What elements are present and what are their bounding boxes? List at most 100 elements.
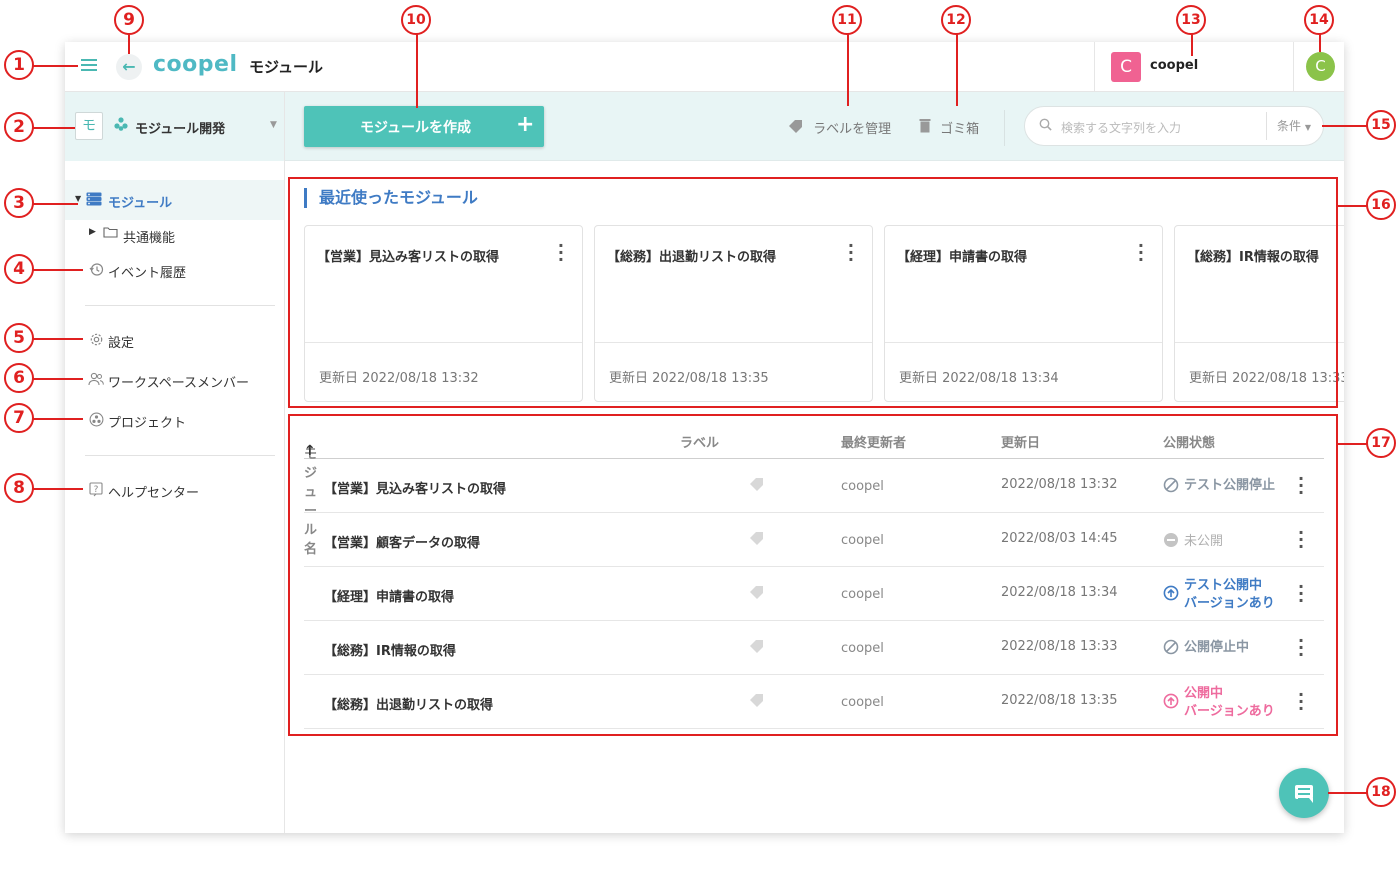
back-arrow-icon[interactable]: ←	[116, 54, 142, 80]
callout-6: 6	[4, 363, 34, 393]
user-name: coopel	[1150, 58, 1199, 73]
sidebar-item-module[interactable]: ▼ モジュール	[65, 180, 284, 220]
callout-line	[1319, 34, 1321, 52]
workspace-selector[interactable]: モ モジュール開発 ▼	[65, 92, 284, 161]
chat-support-button[interactable]	[1279, 768, 1329, 818]
card-divider	[305, 342, 582, 343]
callout-line	[33, 127, 75, 129]
status-text: 公開停止中	[1184, 640, 1250, 655]
label-tag-icon[interactable]	[749, 693, 765, 711]
row-date: 2022/08/18 13:32	[1001, 477, 1118, 492]
row-module-name[interactable]: 【総務】IR情報の取得	[324, 640, 456, 659]
main-content: 最近使ったモジュール 【営業】見込み客リストの取得 · · · 更新日 2022/0…	[285, 161, 1344, 833]
table-row[interactable]: 【総務】出退勤リストの取得 coopel 2022/08/18 13:35 公開…	[304, 675, 1324, 729]
label-tag-icon	[788, 120, 808, 137]
more-vert-icon[interactable]: · · ·	[1298, 579, 1304, 609]
sort-arrow-up-icon[interactable]: ↑	[304, 443, 316, 459]
more-vert-icon[interactable]: · · ·	[848, 238, 854, 268]
card-title: 【総務】出退勤リストの取得	[607, 250, 777, 265]
user-avatar: C	[1111, 52, 1141, 82]
recent-module-card[interactable]: 【総務】IR情報の取得 更新日 2022/08/18 13:33	[1174, 225, 1344, 402]
more-vert-icon[interactable]: · · ·	[1298, 525, 1304, 555]
row-module-name[interactable]: 【総務】出退勤リストの取得	[324, 694, 493, 713]
status-text: 公開中	[1184, 686, 1224, 701]
hamburger-menu-icon[interactable]	[79, 56, 99, 76]
card-title: 【総務】IR情報の取得	[1187, 250, 1319, 265]
trash-label: ゴミ箱	[940, 122, 980, 137]
top-bar: ← coopel モジュール C coopel C	[65, 42, 1344, 92]
search-box[interactable]: 検索する文字列を入力 条件 ▼	[1024, 106, 1324, 146]
callout-3: 3	[4, 188, 34, 218]
callout-line	[1338, 443, 1368, 445]
column-header-status[interactable]: 公開状態	[1163, 432, 1215, 451]
create-module-button[interactable]: モジュールを作成 +	[304, 106, 544, 147]
callout-1: 1	[4, 50, 34, 80]
manage-labels-label: ラベルを管理	[813, 122, 892, 137]
callout-15: 15	[1366, 110, 1396, 140]
row-date: 2022/08/18 13:33	[1001, 639, 1118, 654]
more-vert-icon[interactable]: · · ·	[1138, 238, 1144, 268]
trash-button[interactable]: ゴミ箱	[919, 118, 979, 137]
search-icon	[1039, 118, 1052, 134]
blocked-icon	[1163, 639, 1179, 659]
trash-icon	[919, 119, 935, 137]
card-divider	[885, 342, 1162, 343]
row-module-name[interactable]: 【営業】顧客データの取得	[324, 532, 480, 551]
sidebar-item-label: ヘルプセンター	[108, 486, 200, 501]
label-tag-icon[interactable]	[749, 639, 765, 657]
row-date: 2022/08/03 14:45	[1001, 531, 1118, 546]
account-avatar[interactable]: C	[1306, 52, 1335, 81]
label-tag-icon[interactable]	[749, 585, 765, 603]
column-header-updater[interactable]: 最終更新者	[841, 432, 906, 451]
table-row[interactable]: 【経理】申請書の取得 coopel 2022/08/18 13:34 テスト公開…	[304, 567, 1324, 621]
callout-line	[1322, 125, 1368, 127]
recent-module-card[interactable]: 【経理】申請書の取得 · · · 更新日 2022/08/18 13:34	[884, 225, 1163, 402]
column-header-label[interactable]: ラベル	[680, 432, 719, 451]
sidebar-item-settings[interactable]: 設定	[65, 320, 284, 360]
card-title: 【営業】見込み客リストの取得	[317, 250, 500, 265]
search-input[interactable]: 検索する文字列を入力	[1061, 119, 1181, 136]
caret-down-icon: ▼	[1304, 123, 1311, 132]
table-row[interactable]: 【営業】顧客データの取得 coopel 2022/08/03 14:45 未公開…	[304, 513, 1324, 567]
callout-line	[1338, 205, 1368, 207]
callout-line	[847, 34, 849, 106]
sidebar-item-project[interactable]: プロジェクト	[65, 400, 284, 440]
recent-module-card[interactable]: 【営業】見込み客リストの取得 · · · 更新日 2022/08/18 13:32	[304, 225, 583, 402]
sidebar-item-event-history[interactable]: イベント履歴	[65, 250, 284, 290]
sidebar-item-workspace-members[interactable]: ワークスペースメンバー	[65, 360, 284, 400]
callout-12: 12	[941, 5, 971, 35]
more-vert-icon[interactable]: · · ·	[1298, 633, 1304, 663]
card-divider	[595, 342, 872, 343]
sidebar-item-common-functions[interactable]: ▶ 共通機能	[65, 215, 284, 255]
search-condition-dropdown[interactable]: 条件 ▼	[1266, 112, 1324, 140]
callout-line	[1191, 34, 1193, 56]
label-tag-icon[interactable]	[749, 531, 765, 549]
svg-text:?: ?	[94, 485, 99, 495]
table-row[interactable]: 【営業】見込み客リストの取得 coopel 2022/08/18 13:32 テ…	[304, 459, 1324, 513]
plus-icon: +	[516, 112, 535, 137]
manage-labels-button[interactable]: ラベルを管理	[788, 118, 891, 137]
more-vert-icon[interactable]: · · ·	[558, 238, 564, 268]
server-icon	[85, 192, 103, 210]
workspace-user-switcher[interactable]: C coopel	[1094, 42, 1294, 92]
callout-14: 14	[1304, 5, 1334, 35]
callout-line	[33, 488, 83, 490]
more-vert-icon[interactable]: · · ·	[1298, 471, 1304, 501]
gear-icon	[87, 332, 105, 351]
column-header-date[interactable]: 更新日	[1001, 432, 1040, 451]
callout-11: 11	[832, 5, 862, 35]
coopel-logo[interactable]: coopel	[153, 52, 237, 77]
sidebar-divider	[85, 455, 275, 456]
recent-module-card[interactable]: 【総務】出退勤リストの取得 · · · 更新日 2022/08/18 13:35	[594, 225, 873, 402]
row-module-name[interactable]: 【経理】申請書の取得	[324, 586, 454, 605]
people-icon	[87, 372, 105, 390]
page-title: モジュール	[249, 58, 323, 76]
card-title: 【経理】申請書の取得	[897, 250, 1028, 265]
table-row[interactable]: 【総務】IR情報の取得 coopel 2022/08/18 13:33 公開停止…	[304, 621, 1324, 675]
sidebar-item-help-center[interactable]: ? ヘルプセンター	[65, 470, 284, 510]
row-module-name[interactable]: 【営業】見込み客リストの取得	[324, 478, 506, 497]
label-tag-icon[interactable]	[749, 477, 765, 495]
callout-5: 5	[4, 323, 34, 353]
more-vert-icon[interactable]: · · ·	[1298, 687, 1304, 717]
sidebar-item-label: モジュール	[108, 196, 173, 211]
